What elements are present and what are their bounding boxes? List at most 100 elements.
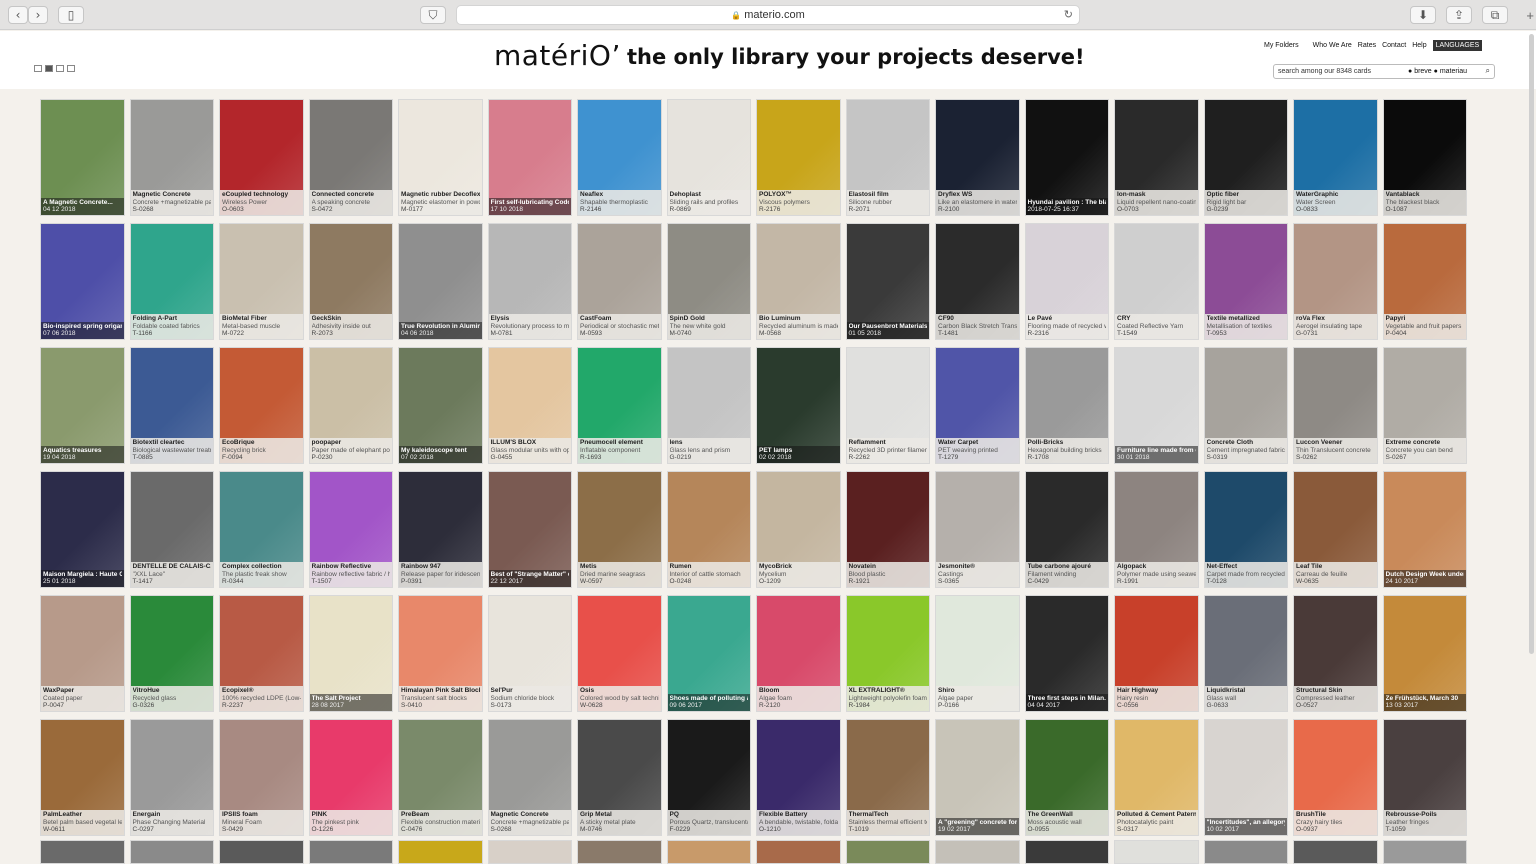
material-card[interactable]: Vantablack The blackest black O-1087	[1382, 99, 1467, 216]
material-card[interactable]: BioMetal Fiber Metal-based muscle M-0722	[219, 223, 304, 340]
material-card-partial[interactable]	[40, 840, 125, 864]
material-card-partial[interactable]	[1203, 840, 1288, 864]
material-card[interactable]: Our Pausenbrot Materials&Light01 05 2018	[845, 223, 930, 340]
material-card[interactable]: Biotextil cleartec Biological wastewater …	[129, 347, 214, 464]
material-card[interactable]: OsisColored wood by salt technicalW-0628	[577, 595, 662, 712]
material-card[interactable]: EcoBrique Recycling brick F-0094	[219, 347, 304, 464]
material-card[interactable]: Energain Phase Changing Material C-0297	[129, 719, 214, 836]
view-grid-icon[interactable]	[45, 65, 53, 72]
material-card[interactable]: True Revolution in Aluminium Sector04 06…	[398, 223, 483, 340]
material-card[interactable]: VitroHue Recycled glass G-0326	[129, 595, 214, 712]
material-card[interactable]: roVa Flex Aerogel insulating tape G-0731	[1293, 223, 1378, 340]
nav-my-folders[interactable]: My Folders	[1264, 42, 1299, 49]
material-card-partial[interactable]	[1382, 840, 1467, 864]
view-single-icon[interactable]	[67, 65, 75, 72]
material-card[interactable]: ThermalTech Stainless thermal efficient t…	[845, 719, 930, 836]
material-card-partial[interactable]	[935, 840, 1020, 864]
material-card[interactable]: Furniture line made from concrete textil…	[1114, 347, 1199, 464]
material-card[interactable]: WaxPaper Coated paper P-0047	[40, 595, 125, 712]
material-card[interactable]: Structural Skin Compressed leather O-0527	[1293, 595, 1378, 712]
material-card-partial[interactable]	[1293, 840, 1378, 864]
material-card[interactable]: Dutch Design Week under the rain24 10 20…	[1382, 471, 1467, 588]
material-card[interactable]: Himalayan Pink Salt Blocks Translucent sa…	[398, 595, 483, 712]
back-button[interactable]: ‹	[8, 6, 28, 24]
material-card[interactable]: CRY Coated Reflective Yarn T-1549	[1114, 223, 1199, 340]
material-card[interactable]: PalmLeatherBetel palm based vegetal leat…	[40, 719, 125, 836]
material-card[interactable]: Grip Metal A sticky metal plate M-0746	[577, 719, 662, 836]
material-card[interactable]: Magnetic Concrete Concrete +magnetizable …	[487, 719, 572, 836]
material-card[interactable]: "Incertitudes", an allegory for our mood…	[1203, 719, 1288, 836]
material-card[interactable]: Connected concrete A speaking concrete S-0…	[308, 99, 393, 216]
sidebar-button[interactable]: ▯	[58, 6, 84, 24]
material-card[interactable]: Hyundai pavilion : The blackest building…	[1024, 99, 1109, 216]
material-card[interactable]: Flexible Battery A bendable, twistable, f…	[756, 719, 841, 836]
material-card[interactable]: Leaf Tile Carreau de feuille W-0635	[1293, 471, 1378, 588]
material-card[interactable]: ILLUM'S BLOXGlass modular units with opt…	[487, 347, 572, 464]
material-card[interactable]: A Magnetic Concrete... 04 12 2018	[40, 99, 125, 216]
new-tab-icon[interactable]: +	[1526, 8, 1534, 23]
material-card[interactable]: Liquidkristal Glass wall G-0633	[1203, 595, 1288, 712]
page-scrollbar[interactable]	[1529, 34, 1534, 654]
material-card[interactable]: WaterGraphic Water Screen O-0833	[1293, 99, 1378, 216]
material-card[interactable]: Dehoplast Sliding rails and profiles R-086…	[666, 99, 751, 216]
material-card[interactable]: First self-lubricating Codom!17 10 2018	[487, 99, 572, 216]
material-card[interactable]: Elastosil film Silicone rubber R-2071	[845, 99, 930, 216]
material-card[interactable]: eCoupled technology Wireless Power O-0603	[219, 99, 304, 216]
material-card-partial[interactable]	[1024, 840, 1109, 864]
privacy-shield-button[interactable]: ⛉	[420, 6, 446, 24]
material-card-partial[interactable]	[577, 840, 662, 864]
material-card[interactable]: Folding A-Part Foldable coated fabrics T-1…	[129, 223, 214, 340]
material-card[interactable]: The Salt Project 28 08 2017	[308, 595, 393, 712]
material-card[interactable]: Shiro Algae paper P-0166	[935, 595, 1020, 712]
material-card[interactable]: Jesmonite® Castings S-0365	[935, 471, 1020, 588]
material-card[interactable]: PINK The pinkest pink O-1226	[308, 719, 393, 836]
material-card[interactable]: BrushTile Crazy hairy tiles O-0937	[1293, 719, 1378, 836]
material-card[interactable]: Rainbow 947Release paper for iridescent …	[398, 471, 483, 588]
material-card[interactable]: A "greening" concrete for our cities19 0…	[935, 719, 1020, 836]
material-card[interactable]: Magnetic Concrete Concrete +magnetizable …	[129, 99, 214, 216]
material-card[interactable]: SpinD Gold The new white gold M-0740	[666, 223, 751, 340]
material-card[interactable]: Le PavéFlooring made of recycled wasteR-…	[1024, 223, 1109, 340]
material-card[interactable]: Maison Margiela : Haute Couture Spring/S…	[40, 471, 125, 588]
view-list-icon[interactable]	[34, 65, 42, 72]
material-card[interactable]: Neaflex Shapable thermoplastic R-2146	[577, 99, 662, 216]
material-card[interactable]: MycoBrick Mycelium O-1209	[756, 471, 841, 588]
share-button[interactable]: ⇪	[1446, 6, 1472, 24]
material-card[interactable]: Bloom Algae foam R-2120	[756, 595, 841, 712]
material-card[interactable]: Bio-inspired spring origami 07 06 2018	[40, 223, 125, 340]
material-card[interactable]: Textile metallized Metallisation of texti…	[1203, 223, 1288, 340]
material-card[interactable]: CF90Carbon Black Stretch Transfer FilmT-…	[935, 223, 1020, 340]
material-card[interactable]: IPSIIS foam Mineral Foam S-0429	[219, 719, 304, 836]
material-card[interactable]: Tube carbone ajouré Filament winding C-042…	[1024, 471, 1109, 588]
material-card[interactable]: My kaleidoscope tent 07 02 2018	[398, 347, 483, 464]
material-card[interactable]: Polluted & Cement Patern Photocatalytic p…	[1114, 719, 1199, 836]
material-card[interactable]: GeckSkin Adhesivity inside out R-2073	[308, 223, 393, 340]
material-card-partial[interactable]	[398, 840, 483, 864]
material-card-partial[interactable]	[1114, 840, 1199, 864]
nav-help[interactable]: Help	[1412, 42, 1426, 49]
material-card-partial[interactable]	[666, 840, 751, 864]
view-columns-icon[interactable]	[56, 65, 64, 72]
material-card-partial[interactable]	[219, 840, 304, 864]
material-card[interactable]: Novatein Blood plastic R-1921	[845, 471, 930, 588]
tabs-button[interactable]: ⧉	[1482, 6, 1508, 24]
material-card-partial[interactable]	[308, 840, 393, 864]
material-card[interactable]: Pneumocell element Inflatable component R-…	[577, 347, 662, 464]
material-card[interactable]: Aquatics treasures 19 04 2018	[40, 347, 125, 464]
material-card[interactable]: POLYOX™ Viscous polymers R-2176	[756, 99, 841, 216]
material-card[interactable]: AlgopackPolymer made using seaweeds from…	[1114, 471, 1199, 588]
material-card[interactable]: CastFoamPeriodical or stochastic metalli…	[577, 223, 662, 340]
search-input[interactable]: search among our 8348 cards ● breve ● ma…	[1273, 64, 1495, 79]
material-card[interactable]: Water Carpet PET weaving printed T-1279	[935, 347, 1020, 464]
material-card[interactable]: The GreenWall Moss acoustic wall O-0955	[1024, 719, 1109, 836]
material-card[interactable]: Extreme concrete Concrete you can bend S-0…	[1382, 347, 1467, 464]
material-card[interactable]: Sel'Pur Sodium chloride block S-0173	[487, 595, 572, 712]
material-card[interactable]: Concrete Cloth Cement impregnated fabric S…	[1203, 347, 1288, 464]
nav-contact[interactable]: Contact	[1382, 42, 1406, 49]
material-card-partial[interactable]	[487, 840, 572, 864]
material-card[interactable]: Net-EffectCarpet made from recycled fish…	[1203, 471, 1288, 588]
material-card[interactable]: PQPorous Quartz, translucent/transparent…	[666, 719, 751, 836]
material-card[interactable]: Polli-Bricks Hexagonal building bricks R-1…	[1024, 347, 1109, 464]
search-icon[interactable]: ⌕	[1486, 66, 1490, 76]
material-card[interactable]: PreBeamFlexible construction material fo…	[398, 719, 483, 836]
